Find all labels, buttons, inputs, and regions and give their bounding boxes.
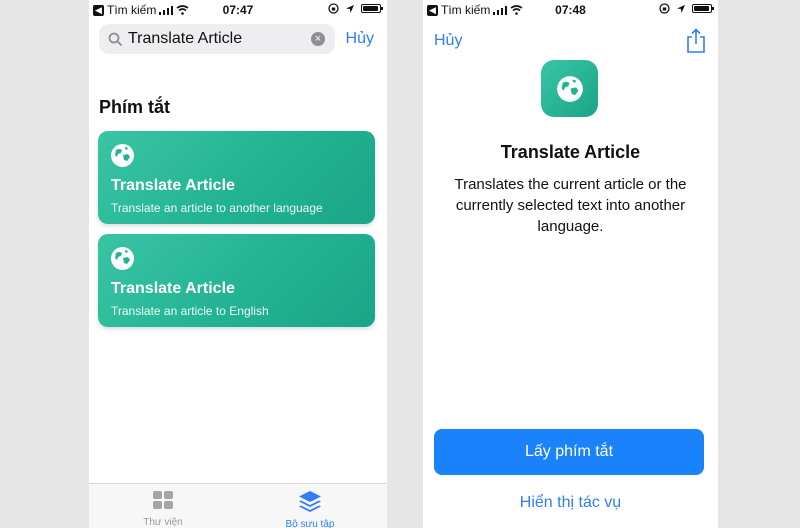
share-icon[interactable] <box>686 28 706 54</box>
show-actions-link[interactable]: Hiển thị tác vụ <box>423 494 718 512</box>
globe-icon <box>556 75 583 102</box>
battery-icon <box>692 4 714 13</box>
layers-icon <box>299 491 321 512</box>
grid-icon <box>153 491 173 509</box>
tab-gallery[interactable]: Bộ sưu tập <box>250 490 370 528</box>
search-icon <box>108 32 122 46</box>
card-subtitle: Translate an article to English <box>111 304 269 318</box>
tab-label: Thư viện <box>143 517 183 528</box>
status-bar: ◀ Tìm kiếm 07:48 <box>423 0 718 20</box>
shortcut-description: Translates the current article or the cu… <box>454 176 687 235</box>
section-title: Phím tắt <box>99 97 171 117</box>
shortcut-card[interactable]: Translate Article Translate an article t… <box>98 234 375 327</box>
tab-bar: Thư viện Bộ sưu tập <box>89 483 387 528</box>
card-title: Translate Article <box>111 177 235 194</box>
shortcut-detail-screen: ◀ Tìm kiếm 07:48 Hủy Translate Article T… <box>423 0 718 528</box>
battery-icon <box>361 4 383 13</box>
tab-label: Bộ sưu tập <box>285 519 335 528</box>
shortcut-app-icon <box>541 60 598 117</box>
get-shortcut-button[interactable]: Lấy phím tắt <box>434 429 704 475</box>
orientation-lock-icon <box>328 3 339 14</box>
cancel-button[interactable]: Hủy <box>434 32 462 50</box>
cancel-search-button[interactable]: Hủy <box>346 30 374 48</box>
card-subtitle: Translate an article to another language <box>111 201 323 215</box>
search-bar[interactable]: × <box>99 24 335 54</box>
clear-search-icon[interactable]: × <box>311 32 325 46</box>
location-icon <box>346 4 354 13</box>
globe-icon <box>111 247 134 270</box>
globe-icon <box>111 144 134 167</box>
search-input[interactable] <box>128 30 298 48</box>
status-bar: ◀ Tìm kiếm 07:47 <box>89 0 387 20</box>
tab-library[interactable]: Thư viện <box>103 490 223 528</box>
location-icon <box>677 4 685 13</box>
orientation-lock-icon <box>659 3 670 14</box>
card-title: Translate Article <box>111 280 235 297</box>
shortcut-title: Translate Article <box>500 142 641 162</box>
search-screen: ◀ Tìm kiếm 07:47 Translate Article × Hủy… <box>89 0 387 528</box>
shortcut-card[interactable]: Translate Article Translate an article t… <box>98 131 375 224</box>
